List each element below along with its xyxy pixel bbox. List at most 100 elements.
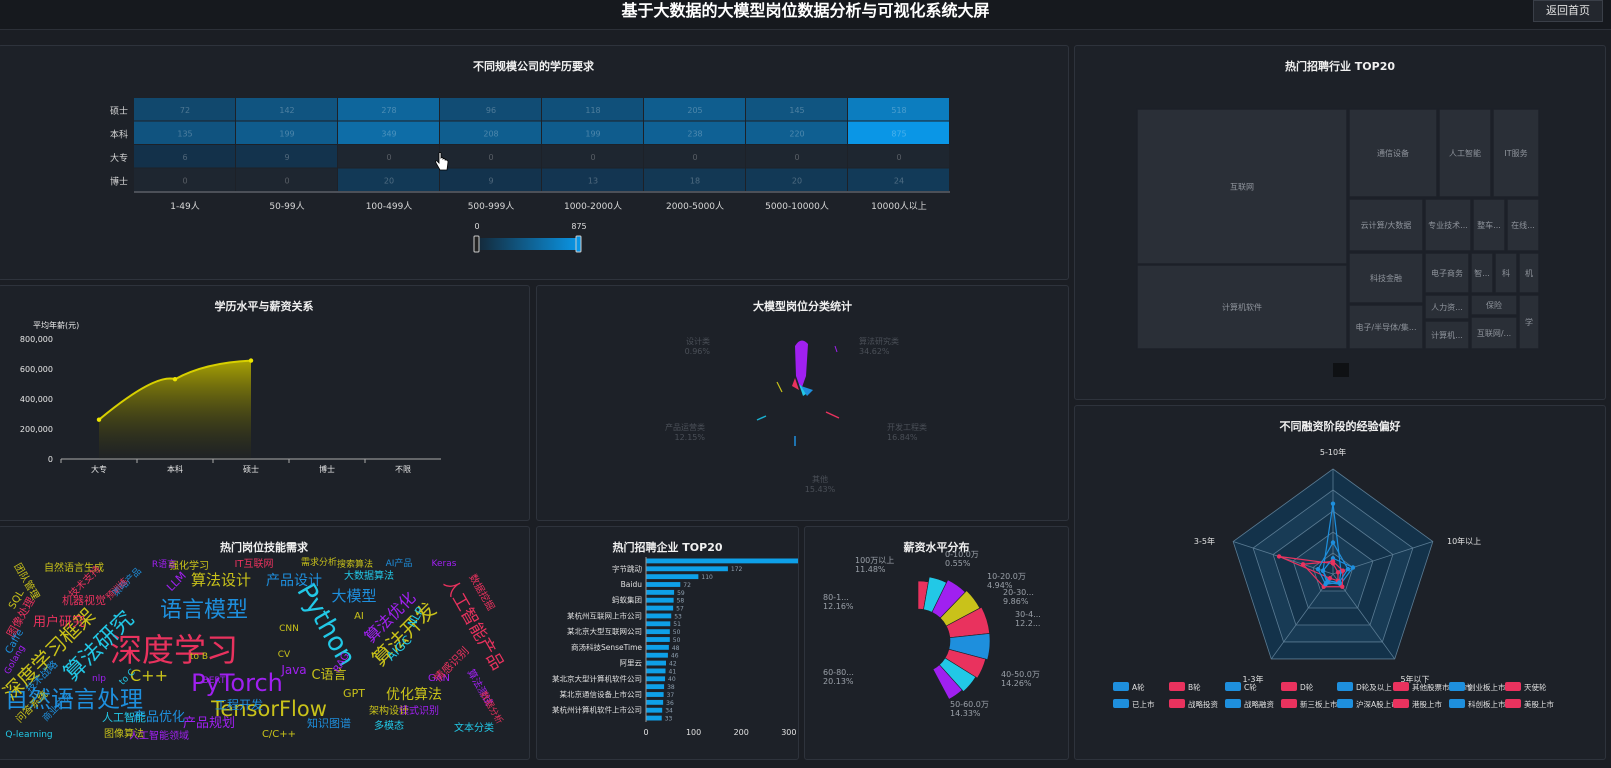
heatmap-cell-value: 518: [891, 106, 906, 115]
job-category-label: 产品运营类: [665, 422, 705, 432]
wordcloud-word: 优化算法: [386, 687, 442, 703]
wordcloud-word: 产品设计: [266, 573, 322, 589]
job-category-petal: [756, 415, 767, 421]
treemap-label: 专业技术...: [1428, 220, 1468, 230]
radar-legend-label: 创业板上市: [1468, 682, 1506, 692]
wordcloud-word: AI产品: [386, 557, 413, 569]
radar-legend-label: D轮及以上: [1356, 682, 1392, 692]
radar-legend-label: A轮: [1132, 682, 1145, 692]
company-bar: [646, 644, 669, 650]
job-category-petal: [825, 411, 840, 419]
treemap-label: 科技金融: [1370, 273, 1402, 283]
wordcloud-word: AI: [354, 611, 364, 622]
salary-dist-percent: 9.86%: [1003, 597, 1029, 606]
funding-experience-radar-chart: 5-10年10年以上5年以下1-3年3-5年A轮 B轮 C轮 D轮 D轮及以上 其他股票市…: [1113, 447, 1554, 709]
treemap-breadcrumb: [1333, 363, 1349, 377]
radar-legend-swatch: [1113, 699, 1129, 708]
heatmap-cell-value: 0: [896, 153, 901, 162]
treemap-label: 互联网: [1230, 183, 1254, 192]
company-label: 商汤科技SenseTime: [571, 642, 642, 652]
wordcloud-word: 情感识别: [431, 644, 471, 684]
wordcloud-word: 大模型: [331, 587, 376, 605]
area-point: [248, 358, 254, 363]
company-bar: [646, 574, 699, 580]
radar-series-point: [1320, 568, 1326, 573]
heatmap-cell-value: 9: [284, 153, 289, 162]
salary-dist-percent: 20.13%: [823, 677, 854, 686]
heatmap-x-label: 1000-2000人: [564, 201, 622, 212]
radar-legend-swatch: [1449, 682, 1465, 691]
wordcloud-word: to B: [190, 652, 208, 662]
company-bar: [646, 613, 672, 619]
area-y-tick: 0: [48, 455, 53, 464]
company-bar-value: 40: [668, 676, 676, 683]
radar-series-point: [1340, 584, 1345, 589]
treemap-label: 电子商务: [1431, 268, 1463, 278]
radar-panel: 不同融资阶段的经验偏好 5-10年 10年以上 5年以下 1-3年 3-5年 A轮 B轮 C轮…: [1074, 405, 1606, 760]
heatmap-cell-value: 20: [384, 176, 394, 185]
job-category-rose-chart: 设计类0.96% 算法研究类34.62% 开发工程类16.84% 其他15.43% 产品…: [665, 336, 927, 494]
radar-legend-swatch: [1169, 699, 1185, 708]
wordcloud-word: C/C++: [262, 729, 296, 740]
company-bar: [646, 629, 670, 635]
radar-legend-label: 天使轮: [1524, 682, 1547, 692]
area-point: [172, 377, 178, 382]
area-x-label: 不限: [395, 465, 411, 474]
company-label: 某北京通信设备上市公司: [560, 689, 643, 699]
heatmap-cell-value: 9: [488, 176, 493, 185]
radar-legend-swatch: [1393, 682, 1409, 691]
wordcloud-panel: 热门岗位技能需求 深度学习 自然语言处理 PyTorch Python TensorFl…: [0, 526, 530, 760]
salary-dist-label: 30-4...: [1015, 610, 1041, 619]
radar-indicator-label: 5-10年: [1320, 447, 1346, 457]
radar-legend-label: 新三板上市: [1300, 699, 1338, 709]
job-category-label: 设计类: [686, 336, 710, 346]
treemap-label: 通信设备: [1377, 148, 1409, 158]
job-category-label: 其他: [812, 474, 828, 484]
heatmap-cell-value: 238: [687, 129, 702, 138]
company-bar: [646, 589, 675, 595]
treemap-label: 计算机...: [1431, 330, 1463, 340]
company-label: 某杭州计算机软件上市公司: [552, 705, 642, 715]
company-bar: [646, 637, 670, 642]
company-bar-value: 37: [667, 692, 675, 699]
page-title: 基于大数据的大模型岗位数据分析与可视化系统大屏: [621, 1, 990, 20]
home-button[interactable]: 返回首页: [1533, 0, 1603, 22]
company-label: 阿里云: [620, 659, 643, 668]
heatmap-cell-value: 145: [789, 106, 804, 115]
treemap-label: IT服务: [1504, 148, 1527, 158]
wordcloud-word: 架构设计: [369, 704, 409, 717]
heatmap-cell-value: 0: [794, 153, 799, 162]
heatmap-cell-value: 208: [483, 129, 498, 138]
skills-wordcloud: 深度学习自然语言处理PyTorchPythonTensorFlow算法研究深度学…: [0, 556, 507, 742]
wordcloud-word: CNN: [279, 624, 299, 634]
radar-legend-label: 已上市: [1132, 699, 1155, 709]
company-bar: [646, 621, 671, 627]
job-category-petal: [795, 340, 808, 390]
heatmap-cell-value: 96: [486, 106, 496, 115]
wordcloud-word: IT互联网: [234, 558, 273, 570]
company-bar: [646, 676, 666, 682]
area-y-axis-name: 平均年薪(元): [33, 320, 79, 330]
treemap-label: 智...: [1474, 268, 1490, 278]
area-x-label: 大专: [91, 464, 107, 474]
company-bar-value: 34: [665, 708, 673, 715]
treemap-label: 人力资...: [1431, 302, 1463, 312]
education-heatmap-chart: 硕士 72 142 278 96 118 205 145 518本科 135 199 349 208 19…: [110, 98, 950, 253]
wordcloud-word: 数据分析: [477, 689, 505, 726]
salary-dist-label: 0-10.0万: [945, 550, 979, 559]
job-category-petal: [834, 345, 838, 353]
salary-dist-label: 20-30...: [1003, 588, 1034, 597]
company-bar-value: 50: [673, 629, 681, 636]
radar-legend-swatch: [1393, 699, 1409, 708]
radar-series-point: [1323, 581, 1328, 587]
heatmap-cell-value: 72: [180, 106, 190, 115]
job-category-label: 算法研究类: [859, 336, 899, 346]
wordcloud-word: Q-learning: [5, 730, 52, 740]
radar-legend-label: 港股上市: [1412, 699, 1442, 709]
heatmap-cell-value: 0: [182, 176, 187, 185]
area-y-tick: 600,000: [20, 365, 53, 374]
visual-map-min-label: 0: [474, 222, 479, 231]
radar-legend-swatch: [1449, 699, 1465, 708]
treemap-label: 计算机软件: [1222, 302, 1262, 312]
area-y-tick: 400,000: [20, 395, 53, 404]
